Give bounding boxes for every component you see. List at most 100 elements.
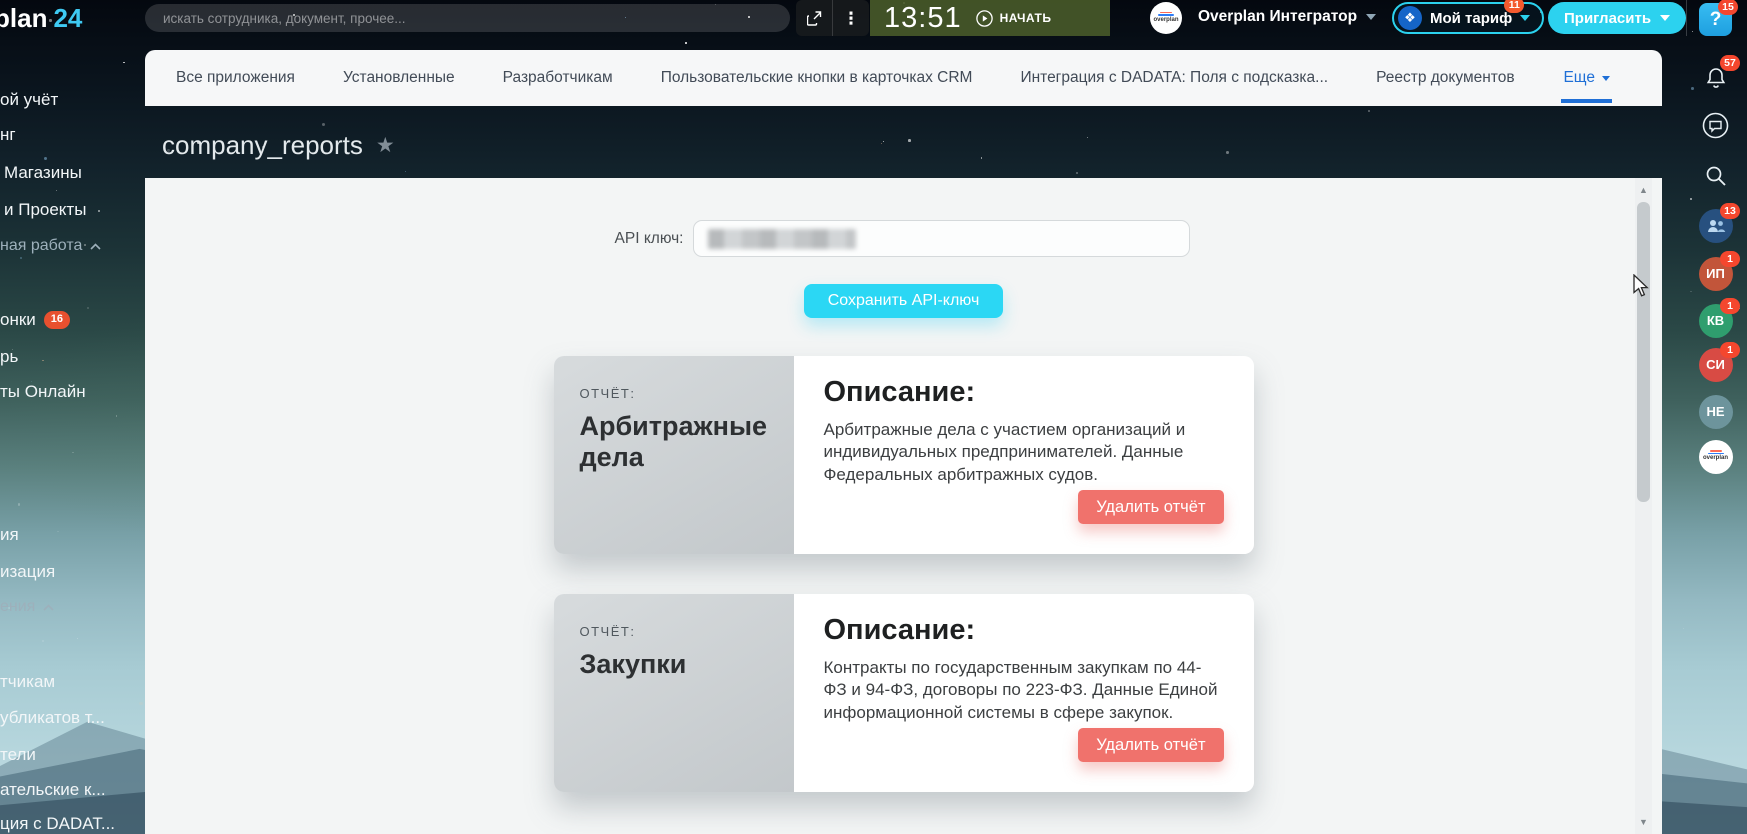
search-button[interactable]	[1698, 158, 1733, 193]
tab-dadata[interactable]: Интеграция с DADATA: Поля с подсказка...	[1020, 50, 1328, 106]
api-key-censored-value	[708, 229, 856, 249]
page-title: company_reports	[162, 130, 363, 161]
report-card-left: ОТЧЁТ: Закупки	[554, 594, 794, 792]
invite-label: Пригласить	[1564, 10, 1651, 27]
sidebar-section-apps[interactable]: ения	[0, 598, 54, 616]
kebab-menu-icon: ⋮	[843, 10, 860, 27]
profile-name: Overplan Интегратор	[1198, 8, 1357, 26]
avatar: overplan	[1699, 440, 1733, 474]
report-kicker: ОТЧЁТ:	[580, 386, 768, 401]
sidebar-item-automation[interactable]: изация	[0, 562, 55, 582]
sidebar-item-duplicates[interactable]: убликатов т...	[0, 708, 105, 728]
right-icon-rail: ? 15 57	[1685, 0, 1747, 834]
tab-developers[interactable]: Разработчикам	[503, 50, 613, 106]
external-link-icon	[807, 11, 822, 26]
sidebar-item-marketing[interactable]: нг	[0, 125, 16, 145]
tariff-badge: 11	[1504, 0, 1524, 13]
contact-badge: 1	[1720, 251, 1740, 267]
brand-logo-accent: 24	[53, 3, 82, 33]
report-title: Арбитражные дела	[580, 411, 768, 473]
search-icon	[1704, 164, 1728, 188]
people-icon	[1706, 218, 1726, 234]
chat-contact-si[interactable]: СИ 1	[1698, 347, 1733, 382]
sidebar-item-calls[interactable]: онки 16	[0, 310, 70, 330]
sidebar-item-dadata[interactable]: ция с DADAT...	[0, 814, 115, 834]
employees-badge: 13	[1720, 203, 1740, 219]
report-kicker: ОТЧЁТ:	[580, 624, 768, 639]
save-api-key-button[interactable]: Сохранить API-ключ	[804, 284, 1004, 318]
api-key-input[interactable]	[693, 220, 1190, 257]
chevron-down-icon	[1660, 15, 1670, 21]
chevron-up-icon	[43, 604, 54, 611]
tab-installed[interactable]: Установленные	[343, 50, 455, 106]
profile-menu[interactable]: Overplan Интегратор	[1198, 8, 1376, 26]
sidebar-item-custom-buttons[interactable]: ательские к...	[0, 780, 106, 800]
tab-all-apps[interactable]: Все приложения	[176, 50, 295, 106]
notifications-button[interactable]: 57	[1698, 60, 1733, 95]
chat-contact-ip[interactable]: ИП 1	[1698, 256, 1733, 291]
worktime-clock: 13:51	[884, 4, 962, 33]
tab-custom-buttons[interactable]: Пользовательские кнопки в карточках CRM	[661, 50, 973, 106]
report-card-right: Описание: Арбитражные дела с участием ор…	[794, 356, 1254, 554]
sidebar-item-telephony[interactable]: ия	[0, 525, 19, 545]
chat-contact-kv[interactable]: КВ 1	[1698, 303, 1733, 338]
app-window: plan24 ⋮ 13:51 НАЧАТЬ	[0, 0, 1747, 834]
my-tariff-label: Мой тариф	[1430, 10, 1512, 27]
scroll-up-arrow[interactable]: ▲	[1635, 182, 1652, 198]
overplan-logo-text: overplan	[1153, 16, 1178, 24]
sidebar-item-developers[interactable]: тчикам	[0, 672, 55, 692]
sidebar-item-docs-online[interactable]: ты Онлайн	[0, 382, 86, 402]
delete-report-button[interactable]: Удалить отчёт	[1078, 490, 1223, 524]
sidebar-item-customers[interactable]: тели	[0, 745, 36, 765]
report-description-heading: Описание:	[824, 614, 1224, 647]
page-title-row: company_reports ★	[162, 130, 395, 161]
tab-more[interactable]: Еще	[1563, 50, 1610, 106]
play-icon	[976, 10, 993, 27]
apps-tabs-bar: Все приложения Установленные Разработчик…	[145, 50, 1662, 106]
user-avatar[interactable]: overplan	[1150, 2, 1182, 34]
sidebar-item-calendar[interactable]: рь	[0, 347, 18, 367]
avatar: НЕ	[1699, 395, 1733, 429]
report-card-left: ОТЧЁТ: Арбитражные дела	[554, 356, 794, 554]
sidebar-item-projects[interactable]: и Проекты	[4, 200, 86, 220]
sidebar-section-collab[interactable]: ная работа	[0, 237, 101, 255]
chevron-down-icon	[1366, 14, 1376, 20]
tariff-gem-icon: ❖	[1398, 6, 1422, 30]
help-button[interactable]: ? 15	[1699, 3, 1732, 36]
chat-contact-overplan[interactable]: overplan	[1698, 439, 1733, 474]
messenger-button[interactable]	[1698, 108, 1733, 143]
left-sidebar: ой учёт нг Магазины и Проекты ная работа…	[0, 36, 140, 834]
topbar-menu-button[interactable]: ⋮	[832, 0, 869, 36]
open-in-new-window-button[interactable]	[796, 0, 832, 36]
sidebar-item-shops[interactable]: Магазины	[4, 163, 82, 183]
global-search-input[interactable]	[145, 4, 790, 32]
favorite-star-icon[interactable]: ★	[376, 135, 395, 156]
tab-doc-registry[interactable]: Реестр документов	[1376, 50, 1515, 106]
chevron-up-icon	[90, 243, 101, 250]
report-description: Контракты по государственным закупкам по…	[824, 657, 1224, 724]
sidebar-item-stock[interactable]: ой учёт	[0, 90, 58, 110]
notifications-badge: 57	[1720, 55, 1740, 71]
report-card: ОТЧЁТ: Закупки Описание: Контракты по го…	[554, 594, 1254, 792]
worktime-widget[interactable]: 13:51 НАЧАТЬ	[870, 0, 1110, 36]
scrollbar-thumb[interactable]	[1637, 202, 1650, 502]
chat-contact-ne[interactable]: НЕ	[1698, 394, 1733, 429]
report-card-right: Описание: Контракты по государственным з…	[794, 594, 1254, 792]
employees-button[interactable]: 13	[1698, 208, 1733, 243]
contact-badge: 1	[1720, 342, 1740, 358]
chat-bubble-icon	[1702, 112, 1729, 139]
api-key-row: API ключ:	[554, 220, 1254, 257]
report-description-heading: Описание:	[824, 376, 1224, 409]
invite-button[interactable]: Пригласить	[1548, 2, 1686, 34]
overplan-logo-text: overplan	[1703, 454, 1728, 462]
worktime-start-button[interactable]: НАЧАТЬ	[976, 10, 1052, 27]
scroll-down-arrow[interactable]: ▼	[1635, 814, 1652, 830]
report-card: ОТЧЁТ: Арбитражные дела Описание: Арбитр…	[554, 356, 1254, 554]
contact-badge: 1	[1720, 298, 1740, 314]
help-badge: 15	[1718, 0, 1738, 15]
brand-logo[interactable]: plan24	[0, 3, 82, 34]
my-tariff-button[interactable]: ❖ Мой тариф 11	[1392, 2, 1544, 34]
delete-report-button[interactable]: Удалить отчёт	[1078, 728, 1223, 762]
brand-logo-text: plan	[0, 3, 47, 33]
panel-scrollbar[interactable]: ▲ ▼	[1635, 178, 1652, 834]
